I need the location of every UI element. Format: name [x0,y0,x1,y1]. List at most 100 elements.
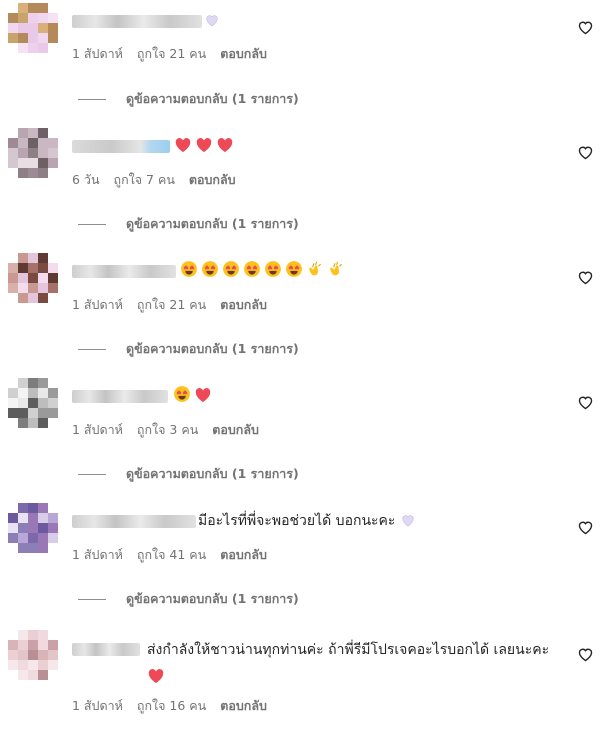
avatar-pixel [18,660,28,670]
avatar-pixel [38,670,48,680]
avatar-pixel [48,650,58,660]
reply-button[interactable]: ตอบกลับ [220,46,267,61]
avatar-pixel [8,263,18,273]
view-replies-link[interactable]: ดูข้อความตอบกลับ (1 รายการ) [78,589,299,609]
like-heart-icon[interactable] [577,19,594,36]
comment-time[interactable]: 1 สัปดาห์ [72,422,123,437]
avatar-pixel [38,128,48,138]
view-replies-label: ดูข้อความตอบกลับ (1 รายการ) [126,216,299,231]
avatar-pixel [48,398,58,408]
heart-eyes-icon [173,385,191,411]
comment-time[interactable]: 1 สัปดาห์ [72,547,123,562]
comment-likes[interactable]: ถูกใจ 41 คน [137,547,206,562]
avatar-pixel [8,273,18,283]
avatar-pixel [8,513,18,523]
comment-likes[interactable]: ถูกใจ 16 คน [137,698,206,713]
view-replies-label: ดูข้อความตอบกลับ (1 รายการ) [126,341,299,356]
avatar-pixel [48,43,58,53]
like-heart-icon[interactable] [577,394,594,411]
avatar-pixel [18,408,28,418]
comment-time[interactable]: 1 สัปดาห์ [72,297,123,312]
avatar-pixel [48,543,58,553]
avatar-pixel [38,630,48,640]
comment-meta: 1 สัปดาห์ ถูกใจ 16 คน ตอบกลับ [72,696,281,716]
comment-time[interactable]: 1 สัปดาห์ [72,698,123,713]
comment-time[interactable]: 1 สัปดาห์ [72,46,123,61]
red-heart-icon [72,667,165,694]
red-heart-icon [216,136,234,161]
avatar[interactable] [8,503,58,553]
heart-eyes-icon [285,260,303,286]
avatar-pixel [28,670,38,680]
avatar-pixel [8,138,18,148]
avatar-pixel [28,148,38,158]
avatar-pixel [18,158,28,168]
avatar-pixel [18,138,28,148]
view-replies-link[interactable]: ดูข้อความตอบกลับ (1 รายการ) [78,464,299,484]
thread-line [78,599,106,600]
avatar-pixel [18,168,28,178]
avatar-pixel [8,378,18,388]
avatar[interactable] [8,630,58,680]
avatar-pixel [48,388,58,398]
avatar-pixel [38,378,48,388]
clapping-hands-icon [306,260,324,286]
avatar-pixel [28,503,38,513]
avatar-pixel [18,503,28,513]
username-blurred[interactable] [72,390,168,403]
avatar[interactable] [8,253,58,303]
reply-button[interactable]: ตอบกลับ [212,422,259,437]
avatar-pixel [48,253,58,263]
avatar-pixel [48,640,58,650]
username-blurred[interactable] [72,140,170,153]
avatar-pixel [18,418,28,428]
comment-time[interactable]: 6 วัน [72,172,100,187]
username-blurred[interactable] [72,515,196,528]
avatar-pixel [48,33,58,43]
heart-eyes-icon [180,260,198,286]
avatar-pixel [8,398,18,408]
comment-likes[interactable]: ถูกใจ 7 คน [114,172,175,187]
avatar-pixel [38,273,48,283]
username-blurred[interactable] [72,265,176,278]
avatar-pixel [8,158,18,168]
comment-likes[interactable]: ถูกใจ 21 คน [137,46,206,61]
avatar-pixel [18,670,28,680]
avatar-pixel [18,148,28,158]
avatar[interactable] [8,3,58,53]
comment-likes[interactable]: ถูกใจ 21 คน [137,297,206,312]
avatar-pixel [18,253,28,263]
avatar-pixel [8,660,18,670]
avatar[interactable] [8,378,58,428]
reply-button[interactable]: ตอบกลับ [220,297,267,312]
comment-likes[interactable]: ถูกใจ 3 คน [137,422,198,437]
avatar-pixel [38,13,48,23]
avatar-pixel [8,543,18,553]
avatar-pixel [28,533,38,543]
avatar-pixel [28,43,38,53]
avatar-pixel [38,543,48,553]
reply-button[interactable]: ตอบกลับ [189,172,236,187]
like-heart-icon[interactable] [577,144,594,161]
like-heart-icon[interactable] [577,269,594,286]
avatar-pixel [38,533,48,543]
avatar[interactable] [8,128,58,178]
avatar-pixel [38,408,48,418]
avatar-pixel [28,33,38,43]
view-replies-link[interactable]: ดูข้อความตอบกลับ (1 รายการ) [78,214,299,234]
comment-meta: 1 สัปดาห์ ถูกใจ 3 คน ตอบกลับ [72,420,273,440]
avatar-pixel [38,148,48,158]
avatar-pixel [18,513,28,523]
comment-text [180,259,348,286]
username-blurred[interactable] [72,15,202,28]
reply-button[interactable]: ตอบกลับ [220,547,267,562]
reply-button[interactable]: ตอบกลับ [220,698,267,713]
comment-text [173,384,215,411]
like-heart-icon[interactable] [577,519,594,536]
view-replies-link[interactable]: ดูข้อความตอบกลับ (1 รายการ) [78,89,299,109]
avatar-pixel [28,640,38,650]
view-replies-link[interactable]: ดูข้อความตอบกลับ (1 รายการ) [78,339,299,359]
avatar-pixel [38,513,48,523]
view-replies-label: ดูข้อความตอบกลับ (1 รายการ) [126,91,299,106]
like-heart-icon[interactable] [577,646,594,663]
